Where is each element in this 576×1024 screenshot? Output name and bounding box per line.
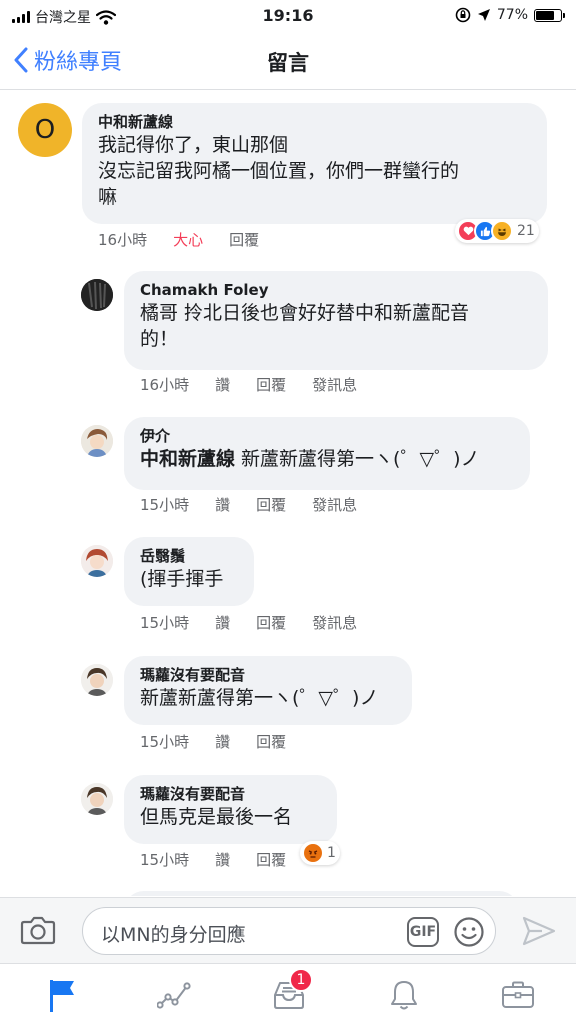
location-arrow-icon	[477, 9, 490, 21]
love-reaction-button[interactable]: 大心	[173, 229, 203, 250]
avatar[interactable]	[81, 425, 113, 457]
avatar[interactable]	[81, 279, 113, 311]
avatar-letter: O	[34, 115, 56, 145]
comment-text-line: (揮手揮手	[140, 568, 224, 590]
camera-button[interactable]	[20, 914, 56, 950]
line-chart-icon	[156, 981, 191, 1009]
like-button[interactable]: 讚	[215, 849, 230, 870]
message-button[interactable]: 發訊息	[312, 494, 357, 515]
comment-text-line: 但馬克是最後一名	[140, 806, 293, 828]
comment-bubble[interactable]: 中和新蘆線 我記得你了，東山那個 沒忘記留我阿橘一個位置，你們一群蠻行的 嘛	[82, 103, 547, 224]
tab-tools[interactable]	[460, 964, 575, 1024]
comment-composer: 以MN的身分回應 GIF	[0, 897, 576, 963]
comment-input[interactable]: 以MN的身分回應 GIF	[82, 907, 496, 955]
comment-actions: 15小時 讚 回覆	[140, 731, 312, 752]
comment-time: 15小時	[140, 851, 190, 869]
like-button[interactable]: 讚	[215, 374, 230, 395]
reaction-count: 21	[517, 223, 535, 239]
comment-input-placeholder: 以MN的身分回應	[101, 924, 246, 946]
reply-button[interactable]: 回覆	[256, 731, 286, 752]
mention-tag[interactable]: 中和新蘆線	[140, 448, 235, 470]
comment-bubble[interactable]: 岳翳鬚 (揮手揮手	[124, 537, 254, 606]
comment-text-line: 新蘆新蘆得第一ヽ(゜▽゜)ノ	[140, 687, 379, 709]
comment-author[interactable]: 岳翳鬚	[140, 546, 238, 566]
comment-text-line: 的！	[140, 328, 179, 350]
comment-bubble[interactable]: Chamakh Foley 橘哥 拎北日後也會好好替中和新蘆配音 的！	[124, 271, 548, 370]
comment-time: 15小時	[140, 733, 190, 751]
comment-text-line: 橘哥 拎北日後也會好好替中和新蘆配音	[140, 302, 470, 324]
tab-bar: 1	[0, 963, 576, 1024]
reply-button[interactable]: 回覆	[229, 229, 259, 250]
comment-author[interactable]: 瑪蘿沒有要配音	[140, 784, 321, 804]
tab-notifications[interactable]	[346, 964, 461, 1024]
comment-time: 15小時	[140, 496, 190, 514]
comment-bubble[interactable]: 瑪蘿沒有要配音 但馬克是最後一名	[124, 775, 337, 844]
emoji-button[interactable]	[453, 916, 485, 952]
comment-actions: 15小時 讚 回覆	[140, 849, 312, 870]
comment-list: O 中和新蘆線 我記得你了，東山那個 沒忘記留我阿橘一個位置，你們一群蠻行的 嘛…	[0, 91, 576, 896]
haha-icon	[491, 220, 513, 242]
comment-text-line: 嘛	[98, 186, 118, 208]
comment-time: 15小時	[140, 614, 190, 632]
page-title: 留言	[267, 51, 309, 75]
reply-button[interactable]: 回覆	[256, 849, 286, 870]
tab-inbox[interactable]: 1	[231, 964, 346, 1024]
comment-author[interactable]: 中和新蘆線	[98, 112, 531, 132]
camera-icon	[20, 916, 56, 945]
tab-insights[interactable]	[116, 964, 231, 1024]
comment-author[interactable]: 瑪蘿沒有要配音	[140, 665, 396, 685]
briefcase-icon	[501, 981, 534, 1008]
like-button[interactable]: 讚	[215, 494, 230, 515]
avatar[interactable]	[81, 664, 113, 696]
send-button[interactable]	[522, 915, 556, 951]
comment-bubble-partial[interactable]	[124, 891, 519, 896]
message-button[interactable]: 發訊息	[312, 612, 357, 633]
comment-bubble[interactable]: 瑪蘿沒有要配音 新蘆新蘆得第一ヽ(゜▽゜)ノ	[124, 656, 412, 725]
like-button[interactable]: 讚	[215, 612, 230, 633]
comment-actions: 16小時 大心 回覆	[98, 229, 285, 250]
comment-actions: 15小時 讚 回覆 發訊息	[140, 612, 383, 633]
like-button[interactable]: 讚	[215, 731, 230, 752]
battery-percent: 77%	[496, 7, 528, 23]
comment-bubble[interactable]: 伊介 中和新蘆線 新蘆新蘆得第一ヽ(゜▽゜)ノ	[124, 417, 530, 490]
comment-actions: 15小時 讚 回覆 發訊息	[140, 494, 383, 515]
reaction-count: 1	[327, 845, 336, 861]
comment-author[interactable]: 伊介	[140, 426, 514, 446]
angry-icon	[302, 842, 324, 864]
comment-text-line: 沒忘記留我阿橘一個位置，你們一群蠻行的	[98, 160, 460, 182]
reply-button[interactable]: 回覆	[256, 374, 286, 395]
avatar[interactable]	[81, 783, 113, 815]
inbox-badge: 1	[289, 968, 313, 992]
comment-actions: 16小時 讚 回覆 發訊息	[140, 374, 383, 395]
comment-text-line: 中和新蘆線 新蘆新蘆得第一ヽ(゜▽゜)ノ	[140, 446, 514, 472]
reply-button[interactable]: 回覆	[256, 494, 286, 515]
gif-button[interactable]: GIF	[407, 917, 439, 947]
avatar[interactable]: O	[18, 103, 72, 157]
message-button[interactable]: 發訊息	[312, 374, 357, 395]
battery-icon	[534, 8, 565, 22]
smiley-icon	[454, 917, 484, 947]
tab-page[interactable]	[4, 964, 119, 1024]
comment-time: 16小時	[98, 231, 148, 249]
rotation-lock-icon	[455, 7, 471, 23]
bell-icon	[390, 980, 417, 1009]
comment-text-line: 我記得你了，東山那個	[98, 134, 289, 156]
reaction-summary[interactable]: 21	[455, 219, 539, 243]
status-right: 77%	[455, 7, 565, 23]
comment-time: 16小時	[140, 376, 190, 394]
nav-bar: 粉絲專頁 留言	[0, 34, 576, 90]
avatar[interactable]	[81, 545, 113, 577]
flag-icon	[49, 979, 74, 1012]
status-bar: 台灣之星 19:16 77%	[0, 0, 576, 34]
send-icon	[522, 916, 556, 946]
comment-author[interactable]: Chamakh Foley	[140, 280, 532, 300]
comment-text: 新蘆新蘆得第一ヽ(゜▽゜)ノ	[235, 448, 480, 470]
reaction-summary[interactable]: 1	[300, 841, 340, 865]
reply-button[interactable]: 回覆	[256, 612, 286, 633]
